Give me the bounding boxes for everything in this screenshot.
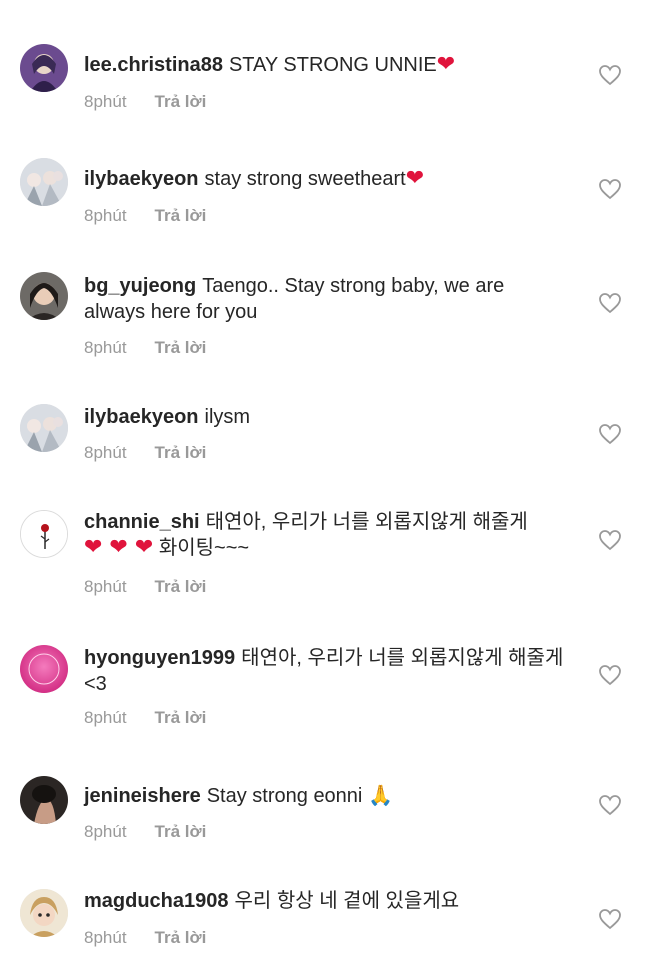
comment-body: Stay strong eonni	[206, 785, 363, 807]
comment-text: channie_shi 태연아, 우리가 너를 외롭지않게 해줄게 ❤ ❤ ❤ 화…	[84, 509, 564, 561]
reply-button[interactable]: Trả lời	[155, 443, 207, 463]
comment-text: ilybaekyeon stay strong sweetheart❤	[84, 166, 564, 192]
comment-time: 8phút	[84, 338, 127, 357]
heart-outline-icon[interactable]	[598, 178, 622, 200]
red-heart-emoji: ❤	[436, 52, 456, 77]
avatar[interactable]	[20, 158, 68, 206]
comment-time: 8phút	[84, 577, 127, 596]
heart-outline-icon[interactable]	[598, 423, 622, 445]
comment-text: magducha1908 우리 항상 네 곁에 있을게요	[84, 888, 564, 914]
reply-button[interactable]: Trả lời	[155, 822, 207, 842]
reply-button[interactable]: Trả lời	[155, 577, 207, 597]
heart-outline-icon[interactable]	[598, 292, 622, 314]
comment-username[interactable]: bg_yujeong	[84, 275, 196, 297]
reply-button[interactable]: Trả lời	[155, 928, 207, 948]
comment-username[interactable]: hyonguyen1999	[84, 647, 235, 669]
comment-meta: 8phút Trả lời	[84, 206, 206, 226]
reply-button[interactable]: Trả lời	[155, 708, 207, 728]
avatar[interactable]	[20, 889, 68, 937]
comment-body-continued: 화이팅~~~	[158, 537, 250, 559]
heart-outline-icon[interactable]	[598, 908, 622, 930]
comment-meta: 8phút Trả lời	[84, 822, 206, 842]
heart-outline-icon[interactable]	[598, 664, 622, 686]
comment-username[interactable]: magducha1908	[84, 890, 229, 912]
comment-username[interactable]: channie_shi	[84, 511, 200, 533]
comment-time: 8phút	[84, 822, 127, 841]
heart-outline-icon[interactable]	[598, 794, 622, 816]
red-heart-emoji: ❤	[405, 166, 425, 191]
comment-username[interactable]: ilybaekyeon	[84, 168, 199, 190]
comment-meta: 8phút Trả lời	[84, 708, 206, 728]
comment-time: 8phút	[84, 92, 127, 111]
avatar[interactable]	[20, 776, 68, 824]
comment-time: 8phút	[84, 928, 127, 947]
reply-button[interactable]: Trả lời	[155, 92, 207, 112]
comment-meta: 8phút Trả lời	[84, 577, 206, 597]
comment-body: ilysm	[204, 406, 251, 428]
comment-username[interactable]: lee.christina88	[84, 54, 223, 76]
comment-body: STAY STRONG UNNIE	[228, 54, 437, 76]
comment-list: lee.christina88 STAY STRONG UNNIE❤ 8phút …	[0, 0, 654, 960]
comment-text: lee.christina88 STAY STRONG UNNIE❤	[84, 52, 564, 78]
avatar[interactable]	[20, 645, 68, 693]
avatar[interactable]	[20, 404, 68, 452]
comment-username[interactable]: ilybaekyeon	[84, 406, 199, 428]
comment-text: bg_yujeong Taengo.. Stay strong baby, we …	[84, 273, 564, 325]
comment-meta: 8phút Trả lời	[84, 338, 206, 358]
comment-text: ilybaekyeon ilysm	[84, 404, 564, 430]
reply-button[interactable]: Trả lời	[155, 338, 207, 358]
reply-button[interactable]: Trả lời	[155, 206, 207, 226]
red-heart-emoji: ❤ ❤ ❤	[84, 535, 154, 560]
avatar[interactable]	[20, 510, 68, 558]
comment-body: stay strong sweetheart	[204, 168, 406, 190]
comment-meta: 8phút Trả lời	[84, 443, 206, 463]
comment-meta: 8phút Trả lời	[84, 92, 206, 112]
heart-outline-icon[interactable]	[598, 529, 622, 551]
comment-time: 8phút	[84, 443, 127, 462]
comment-body: 우리 항상 네 곁에 있을게요	[234, 890, 460, 912]
comment-meta: 8phút Trả lời	[84, 928, 206, 948]
comment-text: jenineishere Stay strong eonni 🙏	[84, 782, 564, 809]
heart-outline-icon[interactable]	[598, 64, 622, 86]
comment-body: 태연아, 우리가 너를 외롭지않게 해줄게	[205, 511, 528, 533]
folded-hands-emoji: 🙏	[367, 783, 393, 807]
comment-text: hyonguyen1999 태연아, 우리가 너를 외롭지않게 해줄게 <3	[84, 645, 564, 697]
avatar[interactable]	[20, 44, 68, 92]
comment-username[interactable]: jenineishere	[84, 785, 201, 807]
comment-time: 8phút	[84, 708, 127, 727]
comment-time: 8phút	[84, 206, 127, 225]
avatar[interactable]	[20, 272, 68, 320]
